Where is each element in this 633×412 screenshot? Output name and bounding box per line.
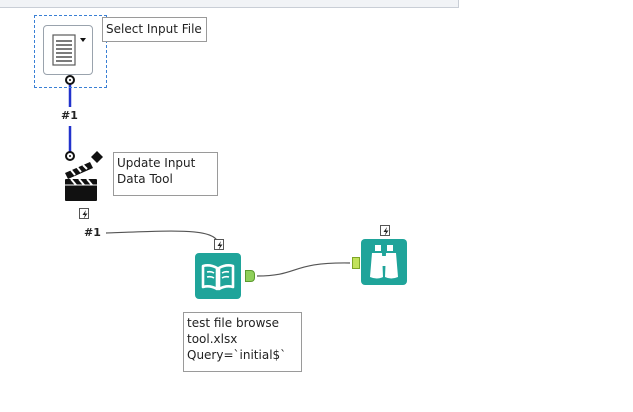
diamond-input-marker: [91, 151, 103, 163]
input-data-output-anchor[interactable]: [245, 270, 255, 282]
clapperboard-icon: [65, 151, 103, 201]
browse-input-anchor[interactable]: [352, 257, 360, 269]
toolbar-strip: [0, 0, 459, 8]
annotation-line: Query=`initial$`: [187, 348, 287, 362]
workflow-canvas[interactable]: Select Input File #1 Update Input Data T…: [0, 0, 633, 412]
select-input-file-annotation-text: Select Input File: [106, 22, 202, 36]
connection-input-to-browse: [256, 262, 351, 277]
input-data-event-icon[interactable]: [214, 239, 224, 250]
annotation-line: Data Tool: [117, 172, 173, 186]
connection-update-to-input: [105, 230, 220, 248]
update-input-data-event-icon[interactable]: [79, 208, 89, 219]
connection-label: #1: [84, 226, 101, 239]
update-input-data-annotation[interactable]: Update Input Data Tool: [113, 152, 218, 196]
lightning-bolt-icon: [383, 227, 389, 236]
lightning-bolt-icon: [82, 210, 88, 219]
input-data-tool[interactable]: [195, 253, 241, 299]
connection-label: #1: [61, 109, 78, 122]
dropdown-caret-icon: [80, 38, 86, 42]
select-input-file-tool[interactable]: [43, 25, 93, 75]
lightning-bolt-icon: [217, 241, 223, 250]
input-data-annotation[interactable]: test file browse tool.xlsx Query=`initia…: [183, 312, 302, 372]
annotation-line: tool.xlsx: [187, 332, 238, 346]
update-input-data-tool[interactable]: [62, 150, 108, 204]
book-icon: [201, 264, 235, 291]
select-input-file-output-anchor[interactable]: [65, 75, 75, 85]
select-input-file-annotation[interactable]: Select Input File: [102, 17, 207, 42]
browse-tool[interactable]: [361, 239, 407, 285]
annotation-line: test file browse: [187, 316, 280, 330]
binoculars-icon: [370, 245, 398, 279]
document-icon: [52, 34, 86, 66]
annotation-line: Update Input: [117, 156, 196, 170]
browse-event-icon[interactable]: [380, 225, 390, 236]
